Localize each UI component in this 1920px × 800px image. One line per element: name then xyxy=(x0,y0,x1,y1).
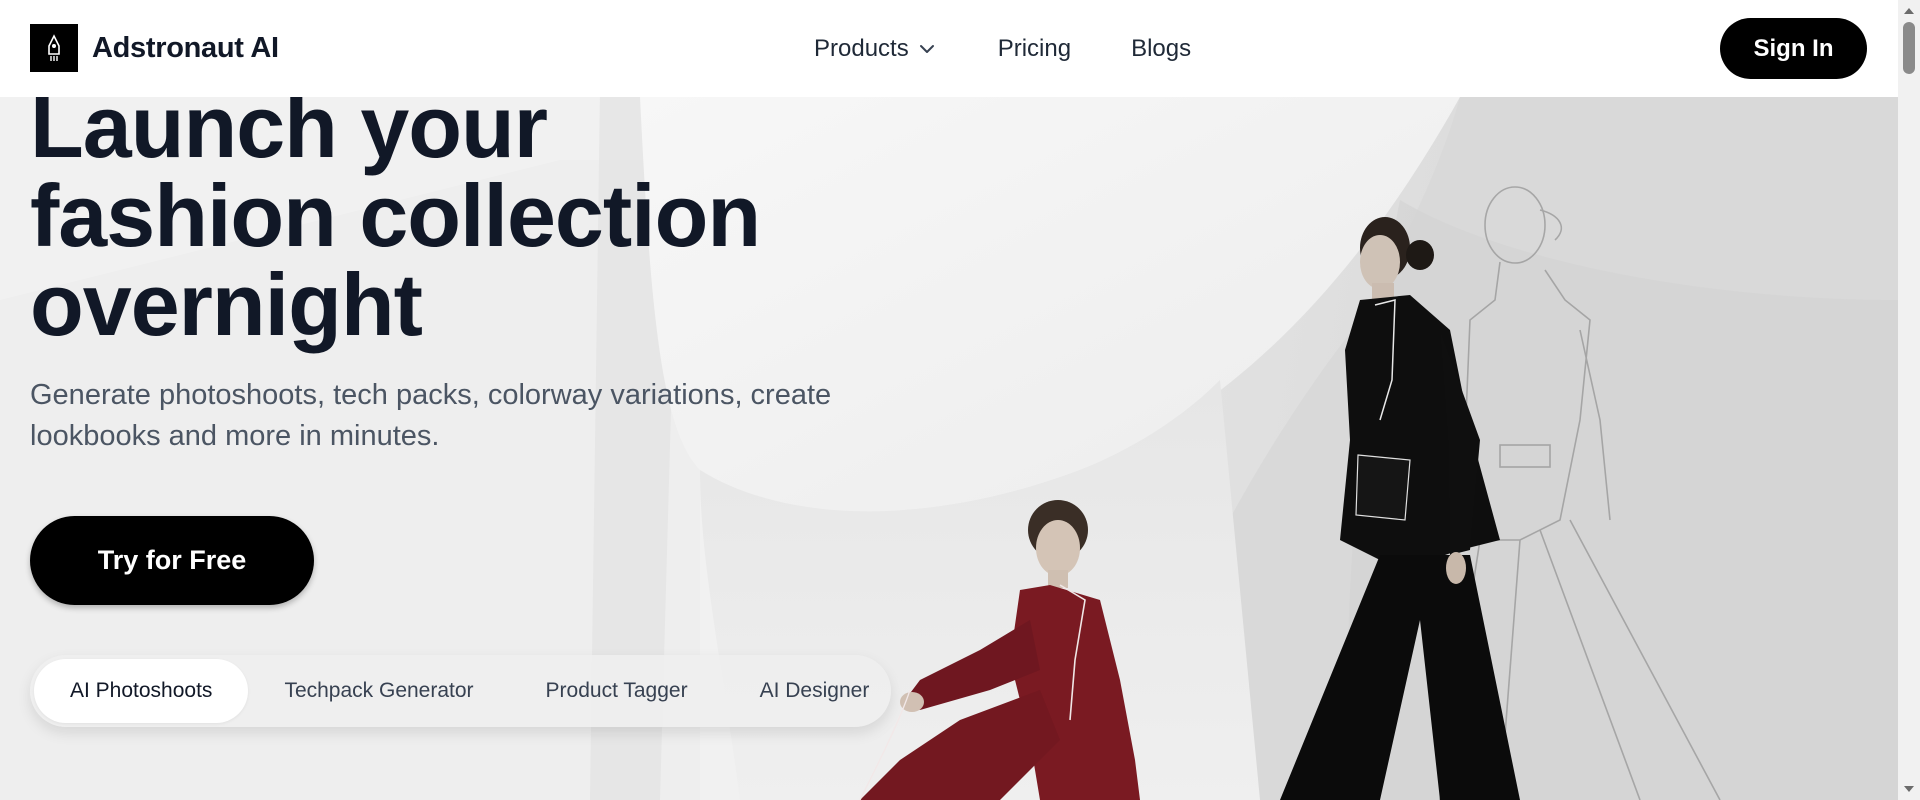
try-for-free-button[interactable]: Try for Free xyxy=(30,516,314,605)
nav-products[interactable]: Products xyxy=(814,35,935,63)
hero-headline: Launch your fashion collection overnight xyxy=(30,82,930,349)
headline-line-2: fashion collection xyxy=(30,166,761,265)
tab-ai-photoshoots[interactable]: AI Photoshoots xyxy=(34,659,249,723)
brand[interactable]: Adstronaut AI xyxy=(30,24,279,72)
tab-techpack-generator[interactable]: Techpack Generator xyxy=(248,659,509,723)
main-nav: Products Pricing Blogs xyxy=(814,0,1191,97)
page-scrollbar[interactable] xyxy=(1898,0,1920,800)
site-header: Adstronaut AI Products Pricing Blogs Sig… xyxy=(0,0,1898,97)
rocket-logo-icon[interactable] xyxy=(30,24,78,72)
feature-tabs: AI Photoshoots Techpack Generator Produc… xyxy=(30,655,891,727)
scroll-up-arrow-icon[interactable] xyxy=(1904,8,1914,14)
headline-line-3: overnight xyxy=(30,255,423,354)
chevron-down-icon[interactable] xyxy=(919,44,935,54)
scroll-down-arrow-icon[interactable] xyxy=(1904,786,1914,792)
sign-in-button[interactable]: Sign In xyxy=(1720,18,1867,79)
tab-ai-designer[interactable]: AI Designer xyxy=(724,659,906,723)
tab-product-tagger[interactable]: Product Tagger xyxy=(510,659,724,723)
nav-pricing[interactable]: Pricing xyxy=(998,35,1071,63)
scroll-thumb[interactable] xyxy=(1903,22,1915,74)
brand-name[interactable]: Adstronaut AI xyxy=(92,32,279,65)
hero-subtext: Generate photoshoots, tech packs, colorw… xyxy=(30,379,832,452)
nav-products-label[interactable]: Products xyxy=(814,35,909,63)
nav-blogs[interactable]: Blogs xyxy=(1131,35,1191,63)
